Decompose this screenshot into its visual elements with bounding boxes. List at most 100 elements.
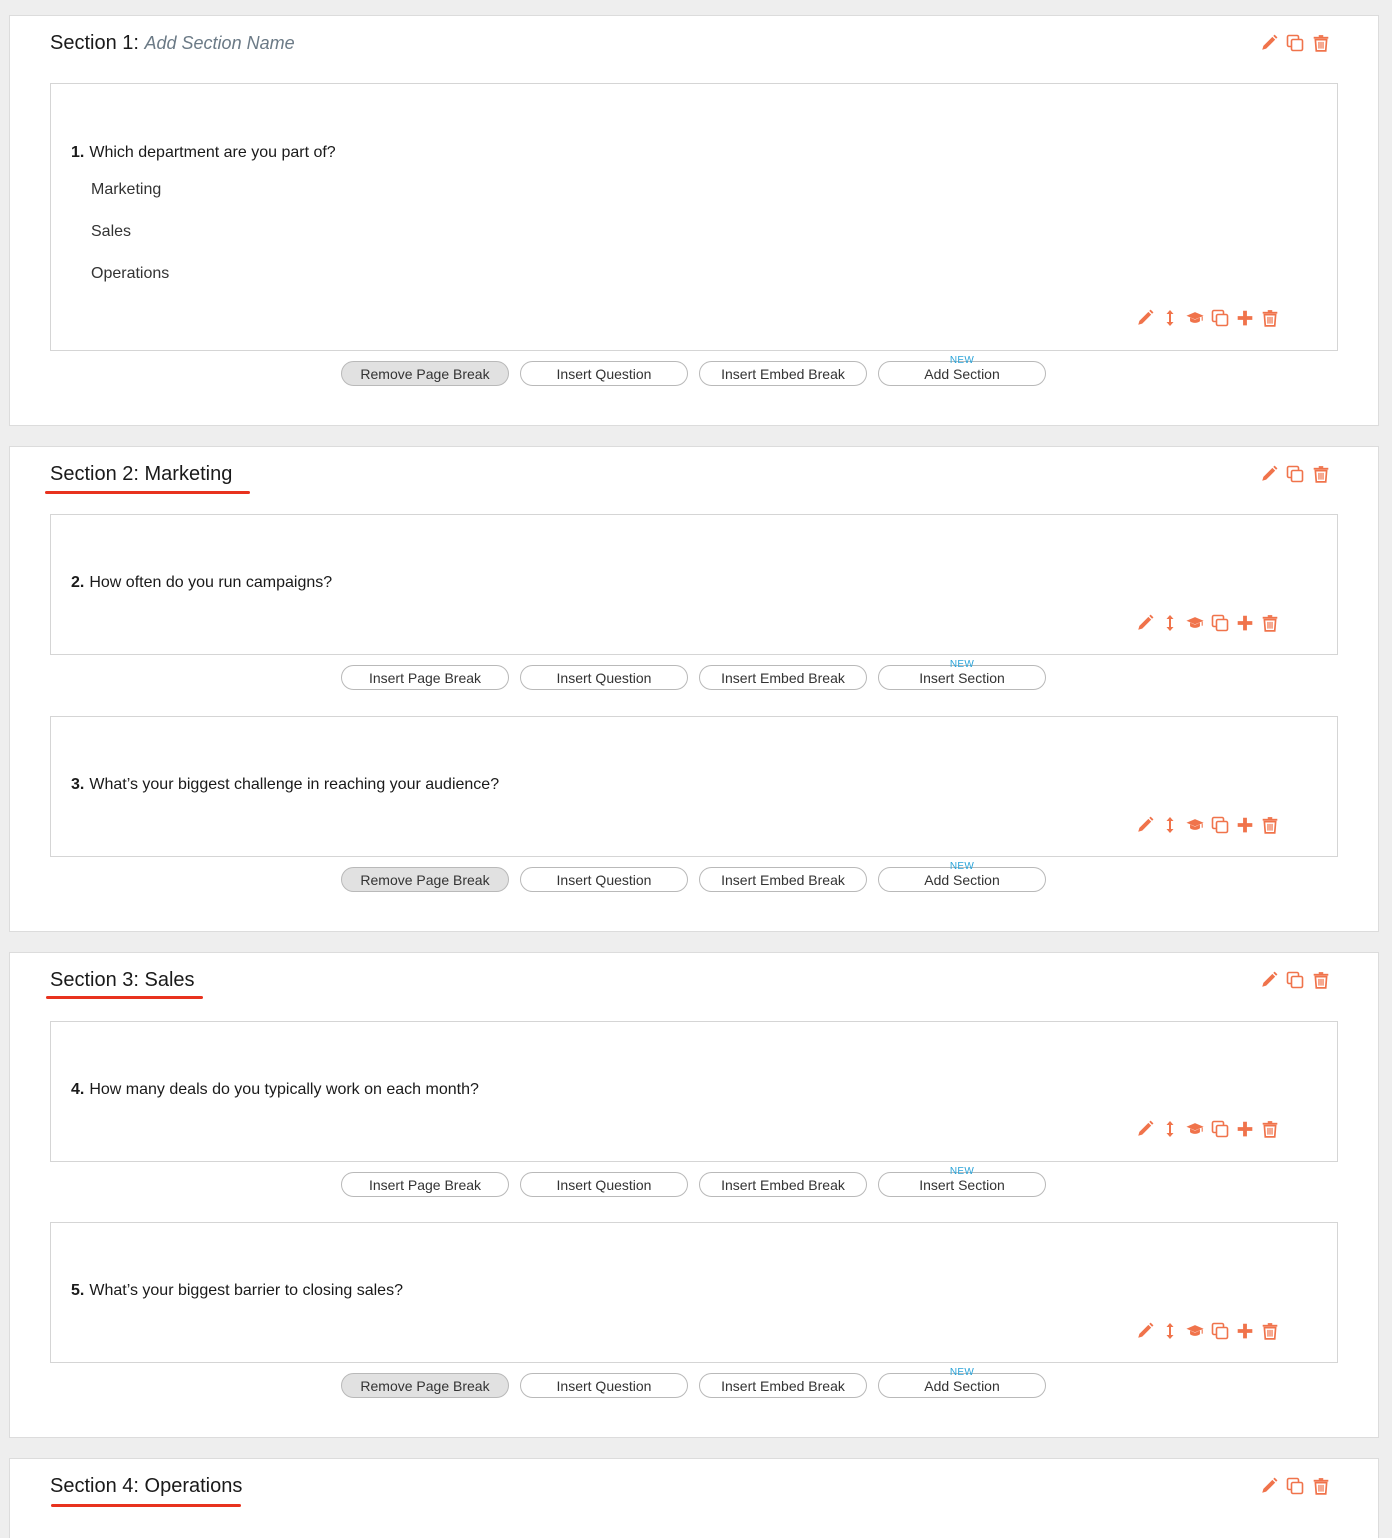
question-number: 2. [71,574,85,591]
duplicate-icon[interactable] [1286,34,1304,52]
add-section-button[interactable]: NEW Add Section [878,861,1046,892]
add-section-button[interactable]: NEW Add Section [878,1367,1046,1398]
question-label: What’s your biggest challenge in reachin… [89,776,500,793]
duplicate-icon[interactable] [1286,1477,1304,1495]
insert-embed-break-button[interactable]: Insert Embed Break [699,1373,867,1398]
section-title[interactable]: Section 4: Operations [50,1475,242,1498]
move-icon[interactable] [1161,614,1179,632]
trash-icon[interactable] [1261,1120,1279,1138]
question-card[interactable]: 3. What’s your biggest challenge in reach… [50,716,1338,857]
annotation-underline [46,996,203,999]
add-section-button[interactable]: NEW Add Section [878,355,1046,386]
plus-icon[interactable] [1236,1120,1254,1138]
section-toolbar [1260,971,1330,989]
pencil-icon[interactable] [1260,971,1278,989]
duplicate-icon[interactable] [1286,465,1304,483]
section-title[interactable]: Section 2: Marketing [50,463,232,486]
move-icon[interactable] [1161,816,1179,834]
move-icon[interactable] [1161,1322,1179,1340]
insert-page-break-button[interactable]: Insert Page Break [341,665,509,690]
question-label: What’s your biggest barrier to closing s… [89,1282,403,1299]
answer-option: Marketing [91,181,162,198]
question-label: How many deals do you typically work on … [89,1081,479,1098]
duplicate-icon[interactable] [1211,1322,1229,1340]
trash-icon[interactable] [1261,1322,1279,1340]
graduation-cap-icon[interactable] [1186,816,1204,834]
section-title[interactable]: Section 3: Sales [50,969,195,992]
trash-icon[interactable] [1261,309,1279,327]
section-prefix: Section 1: [50,32,139,54]
insert-question-button[interactable]: Insert Question [520,361,688,386]
section-toolbar [1260,1477,1330,1495]
pencil-icon[interactable] [1260,34,1278,52]
section-2: Section 2: Marketing 2. How often do you … [9,446,1379,932]
question-toolbar [1136,1120,1279,1138]
insert-embed-break-button[interactable]: Insert Embed Break [699,665,867,690]
insert-page-break-button[interactable]: Insert Page Break [341,1172,509,1197]
insert-embed-break-button[interactable]: Insert Embed Break [699,1172,867,1197]
section-name: Operations [144,1475,243,1497]
pencil-icon[interactable] [1136,1322,1154,1340]
duplicate-icon[interactable] [1211,309,1229,327]
pencil-icon[interactable] [1136,816,1154,834]
question-number: 4. [71,1081,85,1098]
pencil-icon[interactable] [1136,1120,1154,1138]
question-number: 1. [71,144,85,161]
section-toolbar [1260,34,1330,52]
question-text: 4. How many deals do you typically work o… [71,1081,479,1099]
section-name: Sales [144,969,195,991]
question-actions: Remove Page Break Insert Question Insert… [341,355,1046,386]
move-icon[interactable] [1161,309,1179,327]
question-card[interactable]: 5. What’s your biggest barrier to closing… [50,1222,1338,1363]
pencil-icon[interactable] [1136,309,1154,327]
insert-question-button[interactable]: Insert Question [520,1373,688,1398]
question-text: 1. Which department are you part of? [71,144,336,162]
trash-icon[interactable] [1312,465,1330,483]
trash-icon[interactable] [1312,34,1330,52]
remove-page-break-button[interactable]: Remove Page Break [341,361,509,386]
pencil-icon[interactable] [1136,614,1154,632]
question-actions: Remove Page Break Insert Question Insert… [341,861,1046,892]
new-badge: NEW [949,1166,975,1177]
duplicate-icon[interactable] [1211,816,1229,834]
insert-embed-break-button[interactable]: Insert Embed Break [699,361,867,386]
graduation-cap-icon[interactable] [1186,614,1204,632]
trash-icon[interactable] [1312,1477,1330,1495]
question-toolbar [1136,816,1279,834]
question-card[interactable]: 1. Which department are you part of? Mark… [50,83,1338,351]
insert-question-button[interactable]: Insert Question [520,1172,688,1197]
pencil-icon[interactable] [1260,1477,1278,1495]
plus-icon[interactable] [1236,1322,1254,1340]
plus-icon[interactable] [1236,309,1254,327]
graduation-cap-icon[interactable] [1186,1322,1204,1340]
graduation-cap-icon[interactable] [1186,309,1204,327]
section-name-placeholder[interactable]: Add Section Name [145,33,295,53]
graduation-cap-icon[interactable] [1186,1120,1204,1138]
question-card[interactable]: 2. How often do you run campaigns? [50,514,1338,655]
remove-page-break-button[interactable]: Remove Page Break [341,1373,509,1398]
trash-icon[interactable] [1261,614,1279,632]
plus-icon[interactable] [1236,614,1254,632]
question-toolbar [1136,309,1279,327]
pencil-icon[interactable] [1260,465,1278,483]
duplicate-icon[interactable] [1286,971,1304,989]
answer-option: Operations [91,265,170,282]
insert-section-button[interactable]: NEW Insert Section [878,1166,1046,1197]
plus-icon[interactable] [1236,816,1254,834]
section-prefix: Section 3: [50,969,139,991]
trash-icon[interactable] [1261,816,1279,834]
question-card[interactable]: 4. How many deals do you typically work o… [50,1021,1338,1162]
duplicate-icon[interactable] [1211,1120,1229,1138]
insert-section-button[interactable]: NEW Insert Section [878,659,1046,690]
insert-embed-break-button[interactable]: Insert Embed Break [699,867,867,892]
question-actions: Remove Page Break Insert Question Insert… [341,1367,1046,1398]
insert-question-button[interactable]: Insert Question [520,665,688,690]
insert-question-button[interactable]: Insert Question [520,867,688,892]
move-icon[interactable] [1161,1120,1179,1138]
duplicate-icon[interactable] [1211,614,1229,632]
remove-page-break-button[interactable]: Remove Page Break [341,867,509,892]
new-badge: NEW [949,659,975,670]
section-title[interactable]: Section 1: Add Section Name [50,32,295,55]
section-prefix: Section 2: [50,463,139,485]
trash-icon[interactable] [1312,971,1330,989]
